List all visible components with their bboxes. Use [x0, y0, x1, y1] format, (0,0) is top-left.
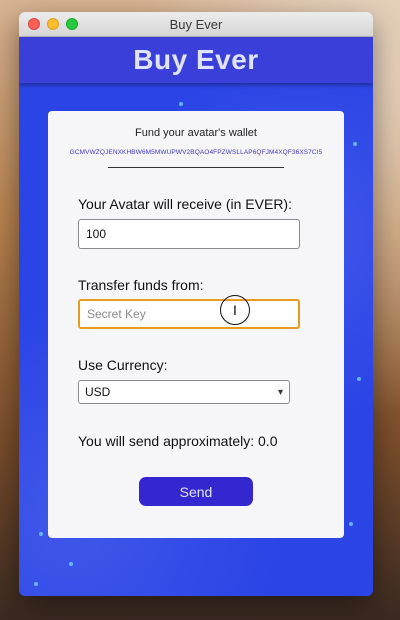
- maximize-window-button[interactable]: [66, 18, 78, 30]
- send-button[interactable]: Send: [139, 477, 253, 506]
- window-title: Buy Ever: [169, 16, 223, 32]
- currency-label: Use Currency:: [78, 357, 168, 373]
- receive-label: Your Avatar will receive (in EVER):: [78, 196, 292, 212]
- decor-dot: [353, 142, 357, 146]
- decor-dot: [69, 562, 73, 566]
- decor-dot: [34, 582, 38, 586]
- decor-dot: [39, 532, 43, 536]
- divider: [108, 167, 284, 168]
- approx-text: You will send approximately: 0.0: [78, 433, 278, 449]
- decor-dot: [357, 377, 361, 381]
- currency-selected-value: USD: [85, 385, 111, 399]
- minimize-window-button[interactable]: [47, 18, 59, 30]
- receive-amount-input[interactable]: [78, 219, 300, 249]
- transfer-label: Transfer funds from:: [78, 277, 204, 293]
- app-title: Buy Ever: [133, 44, 259, 75]
- close-window-button[interactable]: [28, 18, 40, 30]
- app-window: Buy Ever Buy Ever Fund your avatar's wal…: [19, 12, 373, 596]
- chevron-down-icon: ▾: [277, 386, 283, 398]
- currency-select[interactable]: USD ▾: [78, 380, 290, 404]
- window-titlebar: Buy Ever: [19, 12, 373, 37]
- wallet-address: GCMVWZQJENXKHBW6M5MWUPWV2BQAO4FPZWSLLAP6…: [69, 149, 323, 156]
- decor-dot: [349, 522, 353, 526]
- window-controls: [28, 18, 78, 30]
- app-header: Buy Ever: [19, 37, 373, 83]
- fund-title: Fund your avatar's wallet: [135, 127, 257, 139]
- text-cursor-icon: I: [220, 295, 250, 325]
- secret-key-input[interactable]: [78, 299, 300, 329]
- main-content: Fund your avatar's wallet GCMVWZQJENXKHB…: [19, 82, 373, 596]
- decor-dot: [179, 102, 183, 106]
- fund-wallet-card: Fund your avatar's wallet GCMVWZQJENXKHB…: [48, 111, 344, 538]
